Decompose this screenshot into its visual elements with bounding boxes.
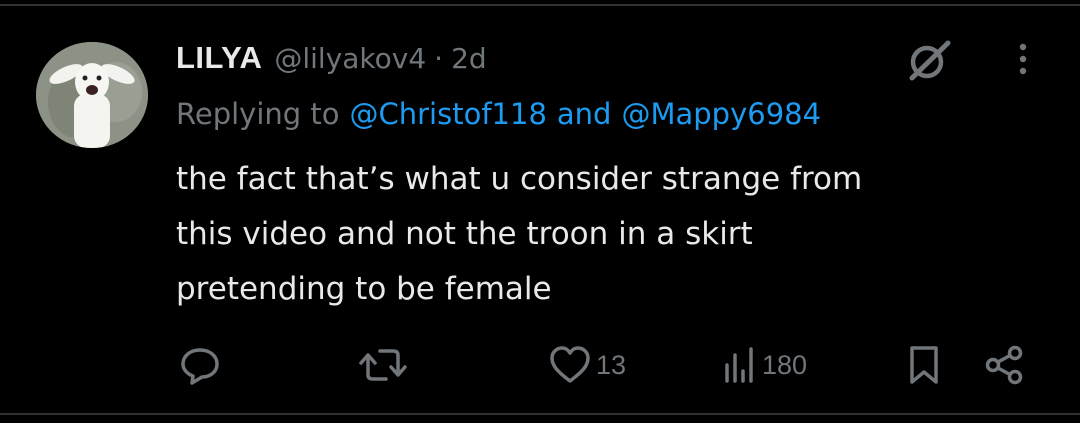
white-goat-avatar-icon bbox=[36, 42, 148, 148]
bookmark-icon bbox=[906, 344, 942, 386]
retweet-button[interactable] bbox=[358, 342, 408, 388]
like-count: 13 bbox=[596, 349, 627, 380]
views-chart-icon bbox=[722, 345, 758, 385]
tweet-text-line: the fact that’s what u consider strange … bbox=[176, 161, 863, 197]
retweet-icon bbox=[358, 345, 408, 385]
author-display-name[interactable]: LILYA bbox=[176, 40, 262, 76]
top-divider bbox=[0, 4, 1080, 6]
heart-icon bbox=[548, 345, 592, 385]
reply-icon bbox=[178, 345, 222, 385]
grok-icon[interactable] bbox=[904, 37, 954, 83]
share-button[interactable] bbox=[984, 342, 1026, 388]
bookmark-button[interactable] bbox=[906, 342, 942, 388]
mention-link[interactable]: @Mappy6984 bbox=[621, 97, 821, 131]
avatar[interactable] bbox=[36, 42, 148, 148]
like-button[interactable]: 13 bbox=[548, 342, 626, 388]
mention-link[interactable]: @Christof118 bbox=[350, 97, 547, 131]
views-button[interactable]: 180 bbox=[722, 342, 807, 388]
replying-to-conjunction: and bbox=[556, 97, 612, 131]
share-icon bbox=[984, 344, 1026, 386]
tweet-text-line: this video and not the troon in a skirt bbox=[176, 216, 753, 252]
tweet-timestamp[interactable]: 2d bbox=[451, 42, 487, 75]
replying-to-label: Replying to bbox=[176, 97, 340, 131]
replying-to-line: Replying to @Christof118 and @Mappy6984 bbox=[176, 92, 821, 136]
tweet-header: LILYA @lilyakov4 · 2d bbox=[176, 36, 487, 80]
reply-button[interactable] bbox=[178, 342, 222, 388]
separator-dot: · bbox=[434, 41, 444, 75]
bottom-divider bbox=[0, 413, 1080, 415]
author-handle[interactable]: @lilyakov4 bbox=[274, 42, 426, 75]
tweet-body: the fact that’s what u consider strange … bbox=[176, 152, 1036, 317]
tweet-text-line: pretending to be female bbox=[176, 271, 552, 307]
views-count: 180 bbox=[762, 349, 808, 380]
more-vertical-icon[interactable] bbox=[1008, 40, 1038, 80]
